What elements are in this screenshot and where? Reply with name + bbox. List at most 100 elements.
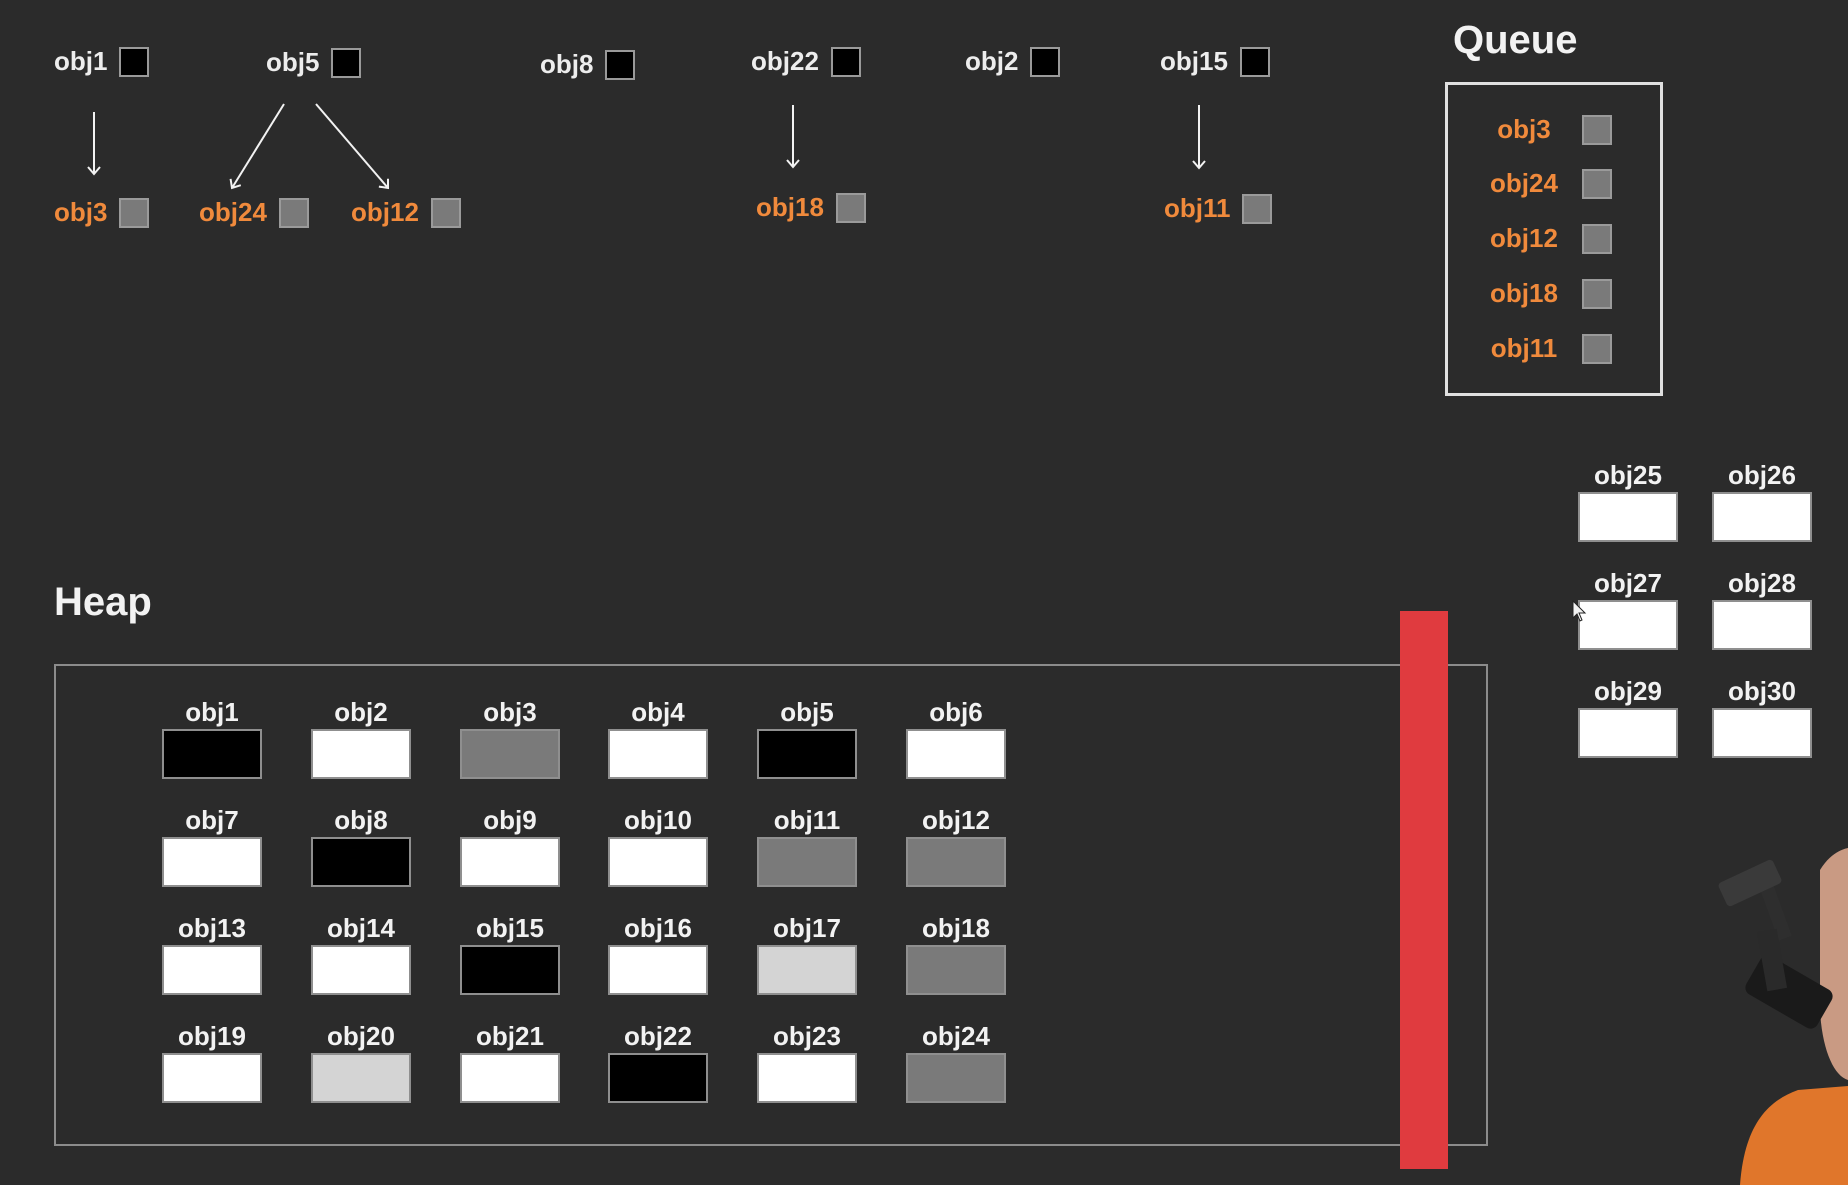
object-block bbox=[906, 1053, 1006, 1103]
object-label: obj5 bbox=[780, 697, 834, 727]
root-obj8: obj8 bbox=[540, 49, 636, 80]
object-label: obj12 bbox=[922, 805, 990, 835]
sweep-pointer-bar bbox=[1400, 611, 1448, 1169]
heap-object: obj23 bbox=[755, 1021, 859, 1103]
heap-object: obj18 bbox=[904, 913, 1008, 995]
color-swatch bbox=[278, 197, 309, 228]
color-swatch bbox=[1242, 193, 1273, 224]
object-label: obj7 bbox=[185, 805, 239, 835]
heap-object: obj20 bbox=[309, 1021, 413, 1103]
object-block bbox=[757, 1053, 857, 1103]
child-label: obj24 bbox=[199, 197, 267, 227]
object-label: obj1 bbox=[185, 697, 239, 727]
root-label: obj1 bbox=[54, 46, 108, 76]
object-block bbox=[162, 945, 262, 995]
heap-object: obj4 bbox=[606, 697, 710, 779]
root-obj15: obj15 bbox=[1160, 46, 1270, 77]
free-object: obj26 bbox=[1710, 460, 1814, 542]
object-label: obj4 bbox=[631, 697, 685, 727]
object-block bbox=[1712, 708, 1812, 758]
heap-object: obj24 bbox=[904, 1021, 1008, 1103]
color-swatch bbox=[331, 47, 362, 78]
object-label: obj27 bbox=[1594, 568, 1662, 598]
child-label: obj11 bbox=[1164, 193, 1231, 223]
object-label: obj18 bbox=[922, 913, 990, 943]
object-block bbox=[757, 729, 857, 779]
heap-object: obj22 bbox=[606, 1021, 710, 1103]
object-block bbox=[311, 729, 411, 779]
color-swatch bbox=[1582, 168, 1612, 199]
object-block bbox=[311, 837, 411, 887]
object-label: obj28 bbox=[1728, 568, 1796, 598]
child-label: obj3 bbox=[54, 197, 108, 227]
free-object: obj29 bbox=[1576, 676, 1680, 758]
object-label: obj17 bbox=[773, 913, 841, 943]
object-block bbox=[162, 729, 262, 779]
heap-object: obj9 bbox=[458, 805, 562, 887]
heap-object: obj8 bbox=[309, 805, 413, 887]
object-label: obj16 bbox=[624, 913, 692, 943]
child-obj12: obj12 bbox=[351, 197, 461, 228]
child-obj3: obj3 bbox=[54, 197, 150, 228]
color-swatch bbox=[1030, 46, 1061, 77]
root-label: obj8 bbox=[540, 49, 594, 79]
color-swatch bbox=[835, 192, 866, 223]
child-obj18: obj18 bbox=[756, 192, 866, 223]
child-label: obj12 bbox=[351, 197, 419, 227]
object-label: obj23 bbox=[773, 1021, 841, 1051]
queue-item-label: obj18 bbox=[1490, 278, 1558, 308]
queue-item-label: obj12 bbox=[1490, 223, 1558, 253]
color-swatch bbox=[1582, 333, 1612, 364]
arrow-obj5-obj12 bbox=[315, 103, 389, 190]
queue-item: obj12 bbox=[1488, 223, 1612, 254]
object-block bbox=[757, 945, 857, 995]
heap-object: obj3 bbox=[458, 697, 562, 779]
arrow-obj5-obj24 bbox=[229, 103, 285, 190]
object-block bbox=[311, 1053, 411, 1103]
color-swatch bbox=[605, 49, 636, 80]
object-label: obj9 bbox=[483, 805, 537, 835]
queue-item: obj11 bbox=[1488, 333, 1612, 364]
color-swatch bbox=[1582, 114, 1612, 145]
color-swatch bbox=[119, 197, 150, 228]
root-obj22: obj22 bbox=[751, 46, 861, 77]
object-label: obj10 bbox=[624, 805, 692, 835]
queue-item-label: obj3 bbox=[1497, 114, 1551, 144]
color-swatch bbox=[119, 46, 150, 77]
object-block bbox=[1578, 600, 1678, 650]
queue-item: obj3 bbox=[1488, 114, 1612, 145]
heap-title: Heap bbox=[54, 580, 152, 624]
object-label: obj25 bbox=[1594, 460, 1662, 490]
root-obj5: obj5 bbox=[266, 47, 362, 78]
object-label: obj29 bbox=[1594, 676, 1662, 706]
heap-object: obj21 bbox=[458, 1021, 562, 1103]
object-label: obj19 bbox=[178, 1021, 246, 1051]
heap-object: obj13 bbox=[160, 913, 264, 995]
root-label: obj22 bbox=[751, 46, 819, 76]
child-obj11: obj11 bbox=[1164, 193, 1273, 224]
object-label: obj20 bbox=[327, 1021, 395, 1051]
heap-object: obj19 bbox=[160, 1021, 264, 1103]
object-block bbox=[162, 837, 262, 887]
root-label: obj2 bbox=[965, 46, 1019, 76]
object-label: obj21 bbox=[476, 1021, 544, 1051]
object-block bbox=[460, 945, 560, 995]
object-label: obj2 bbox=[334, 697, 388, 727]
object-label: obj3 bbox=[483, 697, 537, 727]
queue-title: Queue bbox=[1453, 18, 1578, 62]
object-label: obj22 bbox=[624, 1021, 692, 1051]
gc-diagram: obj1 obj5 obj8 obj22 obj2 obj15 obj3 obj… bbox=[0, 0, 1848, 1185]
object-block bbox=[608, 945, 708, 995]
heap-object: obj10 bbox=[606, 805, 710, 887]
object-block bbox=[460, 1053, 560, 1103]
object-block bbox=[906, 945, 1006, 995]
object-label: obj15 bbox=[476, 913, 544, 943]
object-block bbox=[757, 837, 857, 887]
object-label: obj13 bbox=[178, 913, 246, 943]
heap-object: obj15 bbox=[458, 913, 562, 995]
object-label: obj11 bbox=[773, 805, 841, 835]
color-swatch bbox=[830, 46, 861, 77]
root-label: obj5 bbox=[266, 47, 320, 77]
root-obj2: obj2 bbox=[965, 46, 1061, 77]
heap-object: obj5 bbox=[755, 697, 859, 779]
